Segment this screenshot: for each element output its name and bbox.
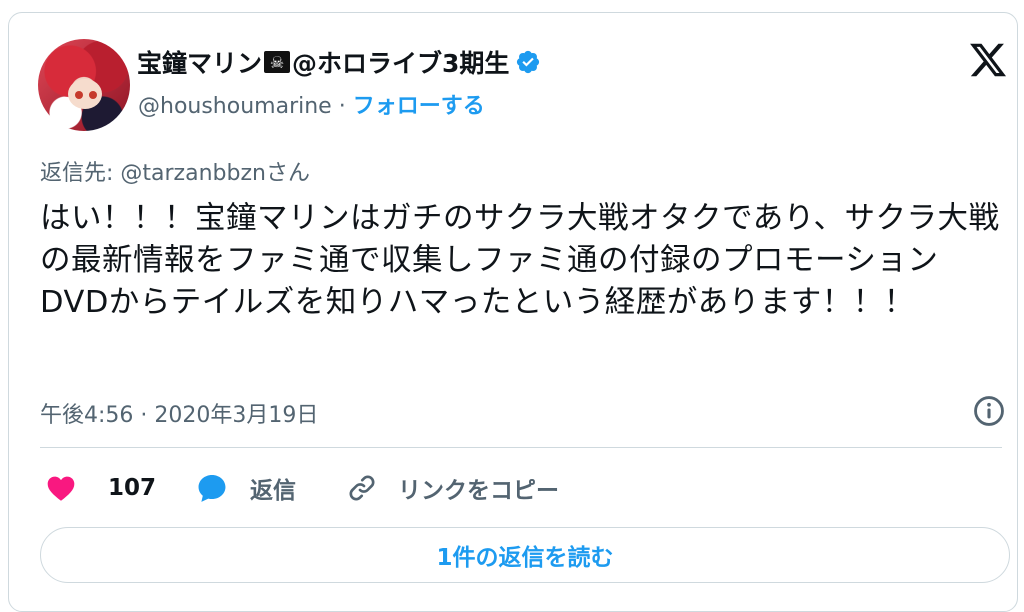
- separator: ·: [338, 94, 346, 119]
- tweet-text: はい！！！宝鐘マリンはガチのサクラ大戦オタクであり、サクラ大戦の最新情報をファミ…: [40, 201, 1000, 320]
- author-handle[interactable]: @houshoumarine: [138, 94, 332, 119]
- x-logo-icon[interactable]: [967, 40, 1009, 80]
- like-button[interactable]: 107: [44, 470, 156, 506]
- info-icon[interactable]: [972, 394, 1006, 428]
- copy-link-label: リンクをコピー: [398, 478, 559, 504]
- pirate-flag-icon: ☠: [264, 51, 291, 73]
- like-count: 107: [108, 475, 157, 501]
- author-name[interactable]: 宝鐘マリン ☠ @ホロライブ3期生: [137, 44, 541, 80]
- timestamp[interactable]: 午後4:56 · 2020年3月19日: [40, 397, 318, 429]
- avatar[interactable]: [38, 39, 130, 131]
- author-name-prefix: 宝鐘マリン: [137, 49, 263, 78]
- read-replies-button[interactable]: 1件の返信を読む: [40, 527, 1010, 583]
- link-icon: [349, 475, 375, 501]
- copy-link-button[interactable]: リンクをコピー: [346, 470, 559, 506]
- heart-icon: [47, 476, 75, 501]
- reply-bubble-icon: [198, 474, 226, 502]
- avatar-eye: [75, 91, 83, 99]
- author-name-suffix: @ホロライブ3期生: [292, 49, 510, 78]
- follow-button[interactable]: フォローする: [353, 94, 485, 119]
- reply-to-label: 返信先: @tarzanbbznさん: [40, 161, 310, 186]
- verified-badge-icon: [517, 50, 540, 74]
- divider: [40, 447, 1002, 448]
- reply-button[interactable]: 返信: [194, 470, 296, 506]
- avatar-eye: [89, 91, 97, 99]
- reply-label: 返信: [250, 478, 296, 504]
- author-handle-row: @houshoumarine · フォローする: [138, 88, 485, 120]
